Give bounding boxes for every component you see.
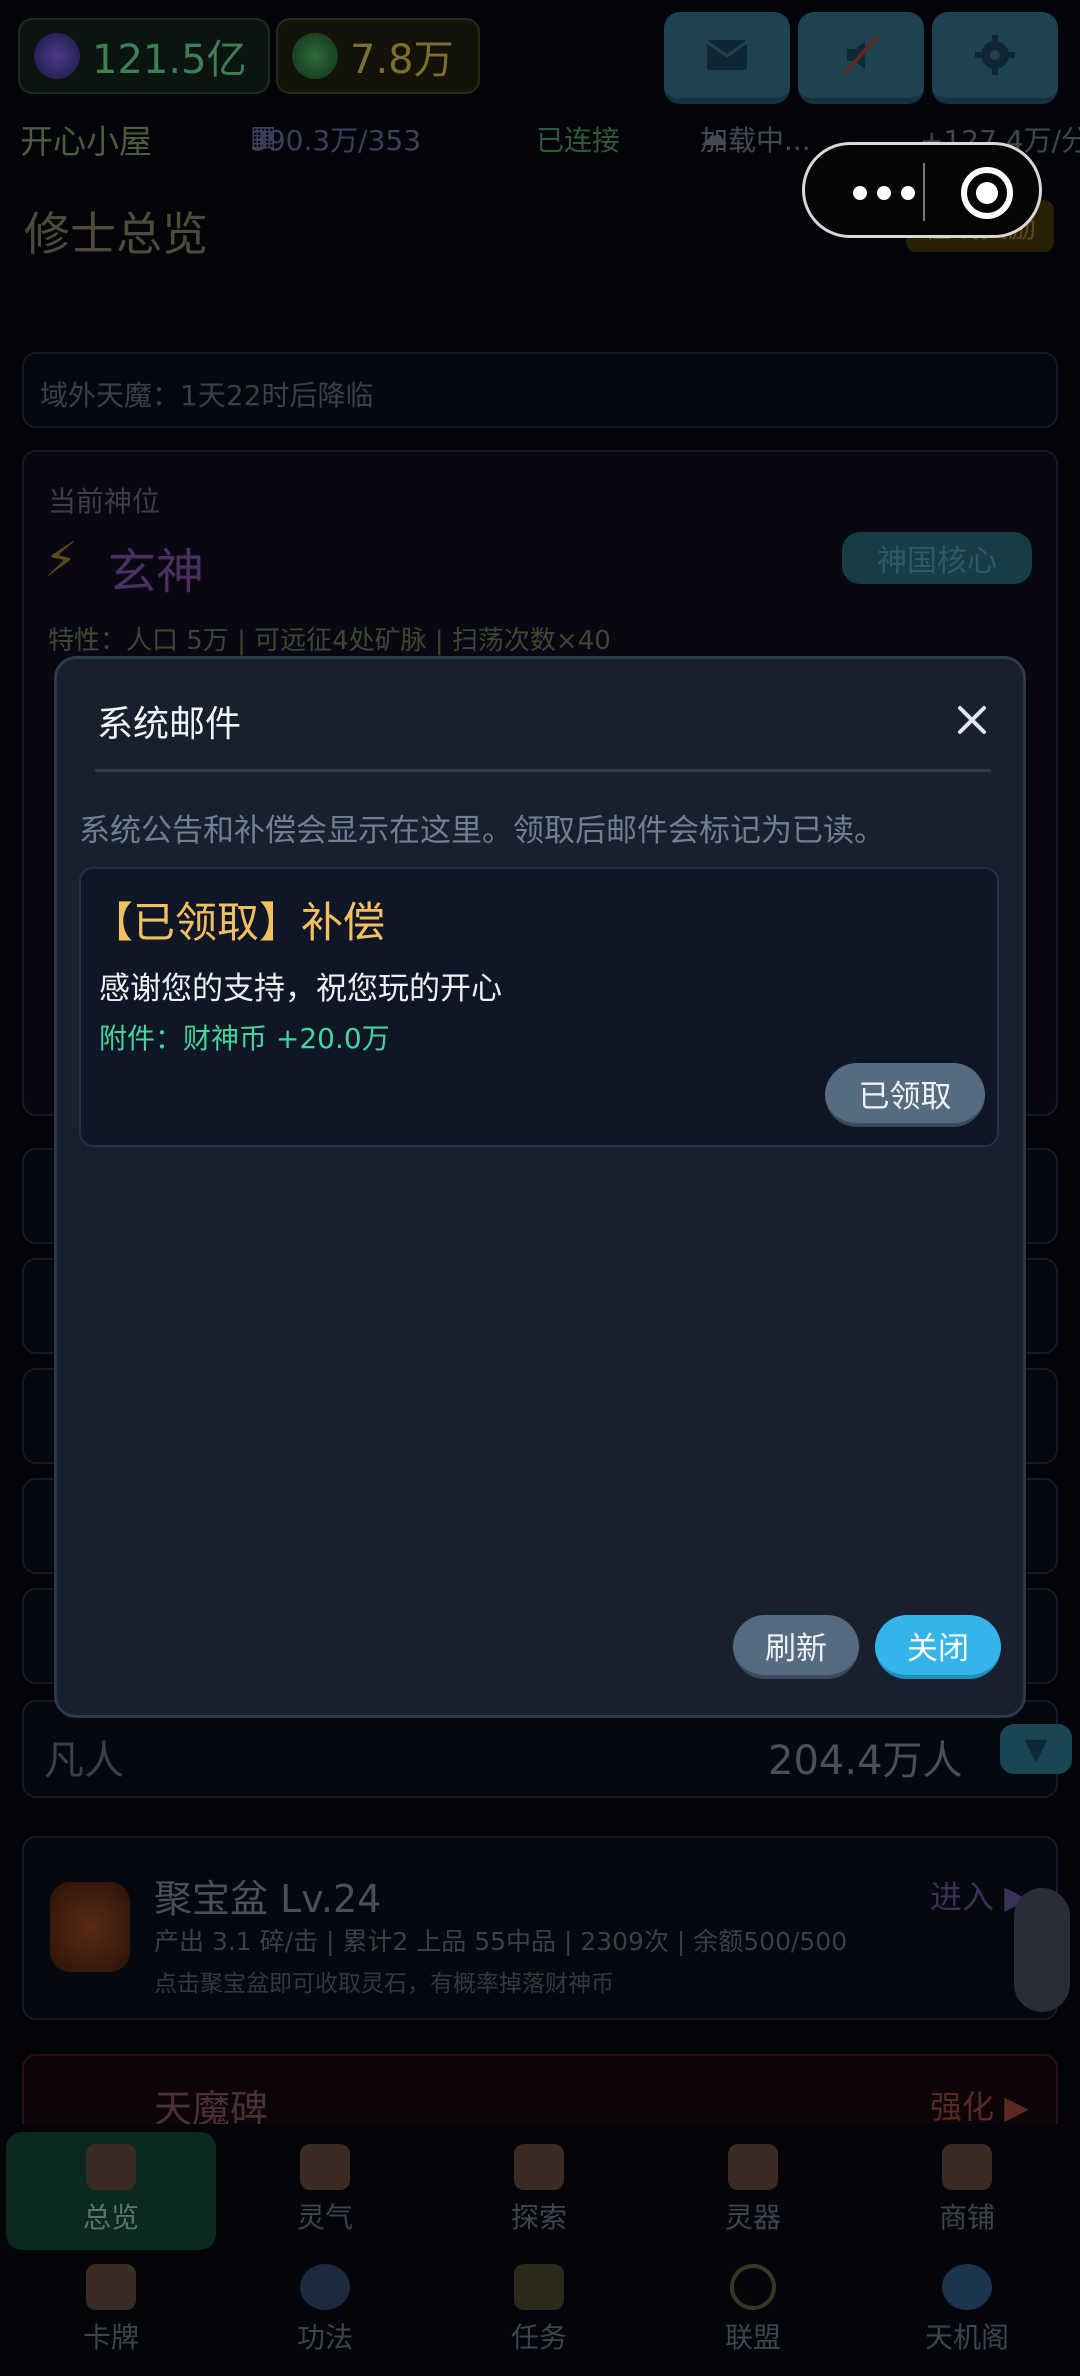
nav-item-card[interactable]: 卡牌 (6, 2252, 216, 2370)
mail-body: 感谢您的支持，祝您玩的开心 (99, 971, 502, 1007)
nav-item-spirit[interactable]: 灵气 (220, 2132, 430, 2250)
nav-label: 灵气 (296, 2201, 353, 2234)
nav-item-technique[interactable]: 功法 (220, 2252, 430, 2370)
miniprogram-capsule (802, 142, 1042, 238)
mute-button[interactable] (798, 12, 924, 104)
artifact-icon (728, 2144, 778, 2190)
chevron-down-icon: ▼ (1024, 1731, 1048, 1767)
population-stat: ▦ 390.3万/353 (250, 119, 421, 159)
nav-item-alliance[interactable]: 联盟 (648, 2252, 858, 2370)
lightning-icon: ⚡ (44, 532, 78, 588)
population-icon: ▦ (250, 119, 277, 152)
nav-label: 探索 (510, 2201, 567, 2234)
overview-icon (86, 2144, 136, 2190)
mail-item[interactable]: 【已领取】补偿 感谢您的支持，祝您玩的开心 附件：财神币 +20.0万 已领取 (79, 867, 999, 1147)
claimed-button[interactable]: 已领取 (825, 1063, 985, 1127)
connection-status: 已连接 (536, 124, 621, 157)
resource-value: 121.5亿 (92, 37, 247, 83)
core-button[interactable]: 神国核心 (842, 532, 1032, 584)
spirit-icon (300, 2144, 350, 2190)
nav-label: 卡牌 (82, 2321, 139, 2354)
more-menu-button[interactable] (839, 175, 929, 211)
resource-jade-coins: 7.8万 (276, 18, 480, 94)
close-button[interactable]: 关闭 (875, 1615, 1001, 1679)
nav-item-explore[interactable]: 探索 (434, 2132, 644, 2250)
nav-label: 商铺 (938, 2201, 995, 2234)
rank-traits: 特性：人口 5万 | 可远征4处矿脉 | 扫荡次数×40 (48, 626, 611, 656)
nav-label: 功法 (296, 2321, 353, 2354)
jade-coin-icon (292, 33, 338, 79)
explore-icon (514, 2144, 564, 2190)
cornucopia-name: 聚宝盆 (154, 1877, 269, 1921)
nav-label: 联盟 (724, 2321, 781, 2354)
demon-stele-action[interactable]: 强化 ▶ (930, 2082, 1029, 2128)
mortal-label: 凡人 (44, 1738, 124, 1784)
expand-button[interactable]: ▼ (1000, 1724, 1072, 1774)
modal-divider (95, 769, 991, 772)
card-icon (86, 2264, 136, 2310)
exit-miniprogram-icon[interactable] (961, 167, 1013, 219)
bottom-nav: 总览 灵气 探索 灵器 商铺 卡牌 功法 任务 联盟 天机阁 (0, 2124, 1080, 2376)
cornucopia-title: 聚宝盆 Lv.24 (154, 1868, 381, 1923)
alliance-icon (730, 2264, 776, 2310)
cloud-icon: ☁ (700, 119, 728, 152)
chat-icon (942, 2264, 992, 2310)
gear-icon (975, 35, 1015, 75)
mail-title: 【已领取】补偿 (91, 898, 386, 947)
enter-label: 进入 (930, 1878, 995, 1916)
capsule-divider (923, 163, 925, 221)
resource-spirit-stones: 121.5亿 (18, 18, 270, 94)
location-name: 开心小屋 (20, 122, 152, 161)
technique-icon (300, 2264, 350, 2310)
nav-label: 灵器 (724, 2201, 781, 2234)
quest-icon (514, 2264, 564, 2310)
system-mail-modal: 系统邮件 系统公告和补偿会显示在这里。领取后邮件会标记为已读。 【已领取】补偿 … (54, 656, 1026, 1718)
invasion-notice: 域外天魔：1天22时后降临 (40, 379, 374, 412)
mail-button[interactable] (664, 12, 790, 104)
nav-item-overview[interactable]: 总览 (6, 2132, 216, 2250)
nav-label: 总览 (82, 2201, 139, 2234)
cornucopia-level: Lv.24 (280, 1877, 382, 1921)
mute-icon (843, 35, 879, 75)
mail-attachment: 附件：财神币 +20.0万 (99, 1022, 390, 1055)
weather-status: ☁ 加载中... (700, 119, 811, 159)
rank-name: 玄神 (108, 544, 205, 600)
fairy-avatar (1014, 1888, 1070, 2012)
invasion-notice-card: 域外天魔：1天22时后降临 (22, 352, 1058, 428)
cornucopia-hint: 点击聚宝盆即可收取灵石，有概率掉落财神币 (154, 1971, 614, 1997)
nav-label: 天机阁 (924, 2321, 1009, 2354)
modal-title: 系统邮件 (97, 704, 242, 745)
nav-label: 任务 (510, 2321, 567, 2354)
nav-item-tianji[interactable]: 天机阁 (862, 2252, 1072, 2370)
resource-value: 7.8万 (350, 37, 454, 83)
nav-item-artifact[interactable]: 灵器 (648, 2132, 858, 2250)
refresh-button[interactable]: 刷新 (733, 1615, 859, 1679)
cornucopia-stats: 产出 3.1 碎/击 | 累计2 上品 55中品 | 2309次 | 余额500… (154, 1927, 848, 1956)
spirit-flame-icon (34, 33, 80, 79)
page-title: 修士总览 (24, 207, 208, 261)
close-icon[interactable] (947, 695, 997, 745)
nav-item-shop[interactable]: 商铺 (862, 2132, 1072, 2250)
mortal-count: 204.4万人 (768, 1738, 963, 1784)
rank-label: 当前神位 (48, 485, 161, 518)
modal-description: 系统公告和补偿会显示在这里。领取后邮件会标记为已读。 (79, 813, 885, 849)
nav-item-quest[interactable]: 任务 (434, 2252, 644, 2370)
settings-button[interactable] (932, 12, 1058, 104)
play-icon: ▶ (1004, 2088, 1029, 2126)
cornucopia-icon (50, 1882, 130, 1972)
action-label: 强化 (930, 2088, 995, 2126)
shop-icon (942, 2144, 992, 2190)
mail-icon (706, 40, 748, 70)
cornucopia-card[interactable]: 聚宝盆 Lv.24 进入 ▶ 产出 3.1 碎/击 | 累计2 上品 55中品 … (22, 1836, 1070, 2020)
